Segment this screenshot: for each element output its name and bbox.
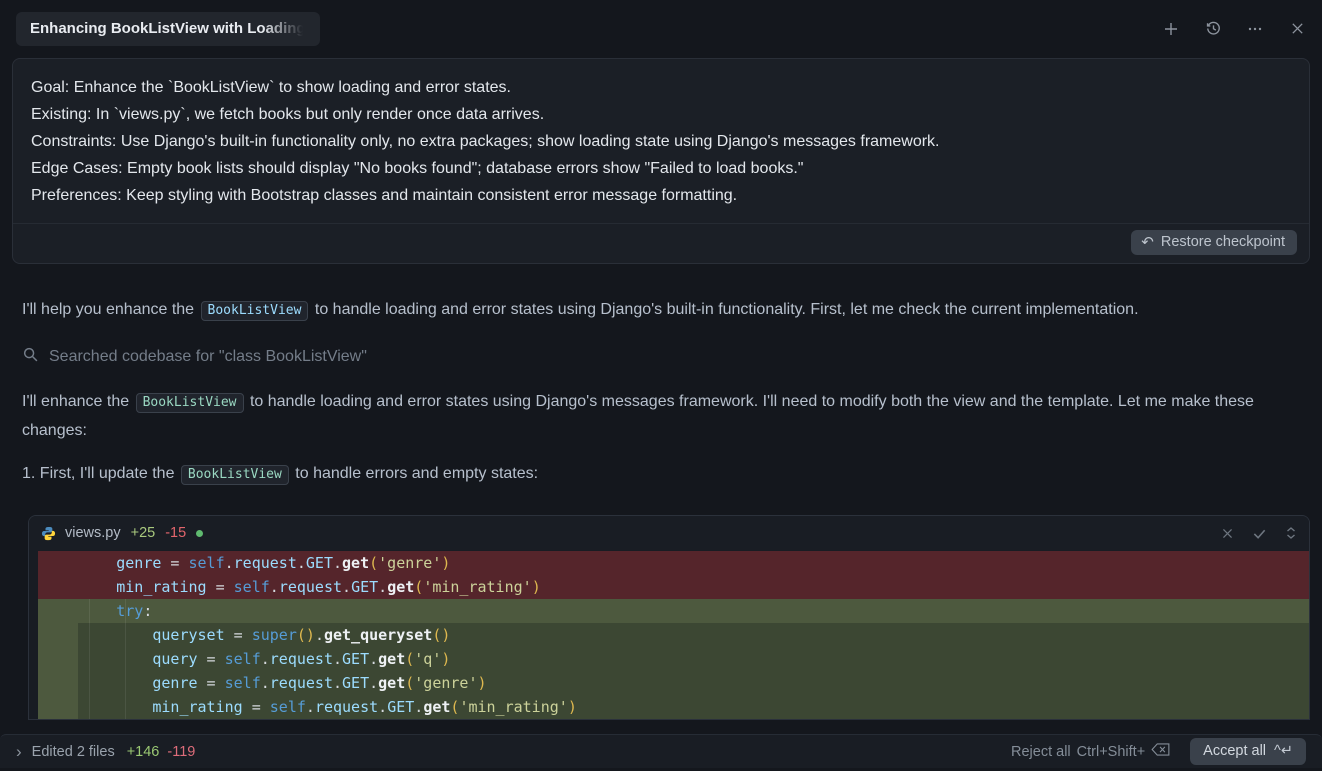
expand-collapse-icon[interactable] xyxy=(1285,526,1297,540)
file-added-count: +25 xyxy=(131,525,156,541)
user-message-line: Constraints: Use Django's built-in funct… xyxy=(31,128,1291,155)
user-message-panel: Goal: Enhance the `BookListView` to show… xyxy=(12,58,1310,264)
user-message-line: Edge Cases: Empty book lists should disp… xyxy=(31,155,1291,182)
close-icon[interactable] xyxy=(1288,20,1306,38)
code-block-header: views.py +25 -15 xyxy=(29,516,1309,550)
restore-arrow-icon: ↶ xyxy=(1141,235,1154,250)
assistant-paragraph: I'll help you enhance the BookListView t… xyxy=(22,296,1300,325)
user-message-line: Goal: Enhance the `BookListView` to show… xyxy=(31,74,1291,101)
diff-line-added: min_rating = self.request.GET.get('min_r… xyxy=(38,695,1309,719)
chat-panel: Enhancing BookListView with Loading xyxy=(0,0,1322,771)
inline-code: BookListView xyxy=(181,465,289,485)
total-added-count: +146 xyxy=(127,744,160,760)
reject-all-label: Reject all xyxy=(1011,744,1071,760)
python-icon xyxy=(41,526,56,541)
unsaved-dot-icon xyxy=(196,530,203,537)
accept-shortcut: ^↵ xyxy=(1274,743,1293,759)
user-message-footer: ↶ Restore checkpoint xyxy=(13,223,1309,263)
accept-all-button[interactable]: Accept all ^↵ xyxy=(1190,738,1306,765)
reject-all-button[interactable]: Reject all Ctrl+Shift+ xyxy=(1005,742,1176,761)
reject-shortcut: Ctrl+Shift+ xyxy=(1077,744,1146,760)
chevron-right-icon: › xyxy=(16,743,22,760)
review-actions: Reject all Ctrl+Shift+ Accept all ^↵ xyxy=(1005,738,1306,765)
user-message-line: Preferences: Keep styling with Bootstrap… xyxy=(31,182,1291,209)
edited-files-toggle[interactable]: › Edited 2 files +146 -119 xyxy=(16,743,195,760)
diff-line-added: try: xyxy=(38,599,1309,623)
file-removed-count: -15 xyxy=(165,525,186,541)
titlebar-actions xyxy=(1162,20,1306,38)
history-icon[interactable] xyxy=(1204,20,1222,38)
backspace-icon xyxy=(1151,743,1170,760)
assistant-paragraph: I'll enhance the BookListView to handle … xyxy=(22,388,1300,445)
chat-title: Enhancing BookListView with Loading xyxy=(30,20,306,37)
chat-title-tab[interactable]: Enhancing BookListView with Loading xyxy=(16,12,320,46)
restore-checkpoint-button[interactable]: ↶ Restore checkpoint xyxy=(1131,230,1297,255)
search-icon xyxy=(22,346,39,368)
more-options-icon[interactable] xyxy=(1246,20,1264,38)
search-status-row[interactable]: Searched codebase for "class BookListVie… xyxy=(22,346,1300,368)
total-removed-count: -119 xyxy=(167,744,195,760)
user-message-text: Goal: Enhance the `BookListView` to show… xyxy=(13,59,1309,223)
diff-line-added: query = self.request.GET.get('q') xyxy=(38,647,1309,671)
accept-all-label: Accept all xyxy=(1203,743,1266,759)
user-message-line: Existing: In `views.py`, we fetch books … xyxy=(31,101,1291,128)
search-status-text: Searched codebase for "class BookListVie… xyxy=(49,348,367,366)
chat-content: Goal: Enhance the `BookListView` to show… xyxy=(0,58,1322,720)
reject-file-icon[interactable] xyxy=(1221,527,1234,540)
review-bottom-bar: › Edited 2 files +146 -119 Reject all Ct… xyxy=(0,734,1322,768)
diff-line-added: queryset = super().get_queryset() xyxy=(38,623,1309,647)
titlebar: Enhancing BookListView with Loading xyxy=(0,0,1322,57)
assistant-list-item: 1. First, I'll update the BookListView t… xyxy=(22,460,1300,489)
new-chat-icon[interactable] xyxy=(1162,20,1180,38)
diff-line-removed: min_rating = self.request.GET.get('min_r… xyxy=(38,575,1309,599)
diff-code-area: genre = self.request.GET.get('genre') mi… xyxy=(29,550,1309,719)
diff-line-added: genre = self.request.GET.get('genre') xyxy=(38,671,1309,695)
inline-code: BookListView xyxy=(201,301,309,321)
code-filename[interactable]: views.py xyxy=(65,525,121,541)
code-diff-block: views.py +25 -15 genre = self.r xyxy=(28,515,1310,720)
edited-files-label: Edited 2 files xyxy=(32,744,115,760)
restore-label: Restore checkpoint xyxy=(1161,234,1285,250)
inline-code: BookListView xyxy=(136,393,244,413)
diff-line-removed: genre = self.request.GET.get('genre') xyxy=(38,551,1309,575)
accept-file-icon[interactable] xyxy=(1252,526,1267,541)
code-block-actions xyxy=(1221,526,1297,541)
